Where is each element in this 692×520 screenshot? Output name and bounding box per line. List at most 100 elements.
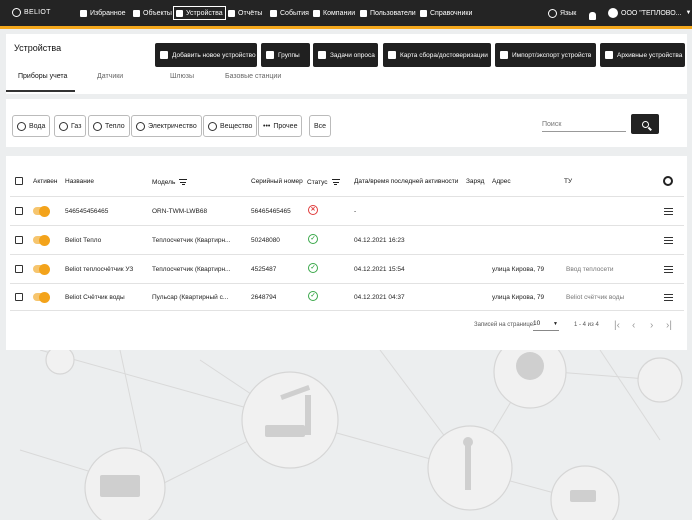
cell-last-activity: 04.12.2021 04:37 (354, 294, 405, 301)
directories-icon (420, 9, 427, 17)
header-label: Модель (152, 178, 176, 186)
search-button[interactable] (631, 114, 659, 134)
language-label: Язык (560, 9, 577, 17)
cell-last-activity: 04.12.2021 16:23 (354, 237, 405, 244)
active-tab-indicator (6, 90, 75, 92)
electricity-icon (136, 121, 145, 131)
nav-item-label: Справочники (430, 9, 473, 17)
filter-all-button[interactable]: Все (309, 115, 332, 137)
nav-item-directories[interactable]: Справочники (418, 6, 474, 20)
active-toggle[interactable] (33, 291, 50, 303)
previous-page-icon[interactable]: ‹ (632, 320, 635, 331)
tab-base-stations[interactable]: Базовые станции (225, 73, 281, 80)
filter-gas-button[interactable]: Газ (54, 115, 87, 137)
table-divider (10, 310, 684, 311)
import-export-button[interactable]: Импорт/экспорт устройств (495, 43, 596, 67)
filter-water-button[interactable]: Вода (12, 115, 51, 137)
devices-icon (176, 9, 183, 17)
filter-icon[interactable] (179, 178, 188, 187)
first-page-icon[interactable]: |‹ (614, 320, 620, 331)
tab-gateways[interactable]: Шлюзы (170, 73, 194, 80)
user-avatar-icon (608, 8, 618, 18)
beliot-logo[interactable]: BELIOT (12, 8, 51, 17)
header-last-activity[interactable]: Дата/время последней активности (354, 178, 458, 185)
cell-name[interactable]: Beliot Тепло (65, 237, 147, 244)
header-address[interactable]: Адрес (492, 178, 511, 185)
polling-tasks-button[interactable]: Задачи опроса (313, 43, 378, 67)
status-ok-icon: ✓ (308, 263, 318, 273)
cell-name[interactable]: Beliot теплосчётчик УЗ (65, 266, 147, 273)
header-tu[interactable]: ТУ (564, 178, 572, 185)
filter-label: Электричество (148, 122, 197, 130)
header-label: Статус (307, 178, 328, 186)
user-menu[interactable]: ООО "ТЕПЛОВО... ▼ (608, 6, 691, 20)
gear-icon[interactable] (663, 176, 673, 186)
row-menu-icon[interactable] (664, 237, 673, 245)
active-toggle[interactable] (33, 263, 50, 275)
button-label: Добавить новое устройство (172, 51, 256, 59)
filter-electricity-button[interactable]: Электричество (131, 115, 202, 137)
archive-icon (605, 51, 613, 59)
groups-button[interactable]: Группы (261, 43, 310, 67)
cell-serial: 56465465465 (251, 208, 291, 215)
filter-other-button[interactable]: ••• Прочее (258, 115, 303, 137)
nav-item-objects[interactable]: Объекты (131, 6, 174, 20)
row-menu-icon[interactable] (664, 208, 673, 216)
nav-item-companies[interactable]: Компании (311, 6, 357, 20)
nav-item-label: Пользователи (370, 9, 416, 17)
next-page-icon[interactable]: › (650, 320, 653, 331)
header-status[interactable]: Статус (307, 178, 340, 187)
button-label: Карта сбора/достоверизации (400, 51, 488, 59)
substance-icon (208, 121, 217, 131)
tab-sensors[interactable]: Датчики (97, 73, 123, 80)
filter-heat-button[interactable]: Тепло (88, 115, 130, 137)
nav-item-reports[interactable]: Отчёты (226, 6, 264, 20)
bell-icon (589, 12, 596, 20)
chevron-down-icon: ▼ (553, 321, 558, 327)
button-label: Группы (278, 51, 300, 59)
nav-item-devices[interactable]: Устройства (173, 6, 226, 20)
tab-meters[interactable]: Приборы учета (18, 73, 67, 80)
add-device-button[interactable]: Добавить новое устройство (155, 43, 257, 67)
nav-item-label: Отчёты (238, 9, 263, 17)
globe-icon (548, 8, 557, 18)
row-checkbox[interactable] (15, 293, 23, 301)
header-model[interactable]: Модель (152, 178, 188, 187)
row-checkbox[interactable] (15, 207, 23, 215)
row-checkbox[interactable] (15, 265, 23, 273)
search-input[interactable] (542, 117, 626, 131)
cell-name[interactable]: 546545456465 (65, 208, 147, 215)
row-checkbox[interactable] (15, 236, 23, 244)
nav-item-events[interactable]: События (268, 6, 311, 20)
active-toggle[interactable] (33, 205, 50, 217)
header-charge[interactable]: Заряд (466, 178, 484, 185)
nav-item-label: Устройства (186, 9, 223, 17)
active-toggle[interactable] (33, 234, 50, 246)
archived-devices-button[interactable]: Архивные устройства (600, 43, 685, 67)
cell-tu: Ввод теплосети (566, 266, 614, 273)
search-field (542, 117, 626, 132)
user-name: ООО "ТЕПЛОВО... (621, 9, 682, 17)
nav-accent-bar (0, 26, 692, 29)
cell-name[interactable]: Beliot Счётчик воды (65, 294, 147, 301)
filter-label: Тепло (105, 122, 125, 130)
header-active[interactable]: Активен (33, 178, 57, 185)
cell-serial: 4525487 (251, 266, 277, 273)
nav-item-users[interactable]: Пользователи (358, 6, 418, 20)
header-serial[interactable]: Серийный номер (251, 178, 303, 185)
filter-icon[interactable] (331, 178, 340, 187)
nav-item-label: События (280, 9, 309, 17)
language-selector[interactable]: Язык (548, 6, 576, 20)
row-menu-icon[interactable] (664, 266, 673, 274)
collection-map-button[interactable]: Карта сбора/достоверизации (383, 43, 491, 67)
rows-per-page-select[interactable]: 10 ▼ (533, 320, 559, 331)
notifications-button[interactable] (589, 9, 596, 23)
select-all-checkbox[interactable] (15, 177, 23, 185)
nav-item-favorites[interactable]: Избранное (78, 6, 127, 20)
row-menu-icon[interactable] (664, 294, 673, 302)
filter-substance-button[interactable]: Вещество (203, 115, 258, 137)
cell-model: Теплосчетчик (Квартирн... (152, 237, 231, 244)
table-divider (10, 254, 684, 255)
last-page-icon[interactable]: ›| (666, 320, 672, 331)
header-name[interactable]: Название (65, 178, 94, 185)
